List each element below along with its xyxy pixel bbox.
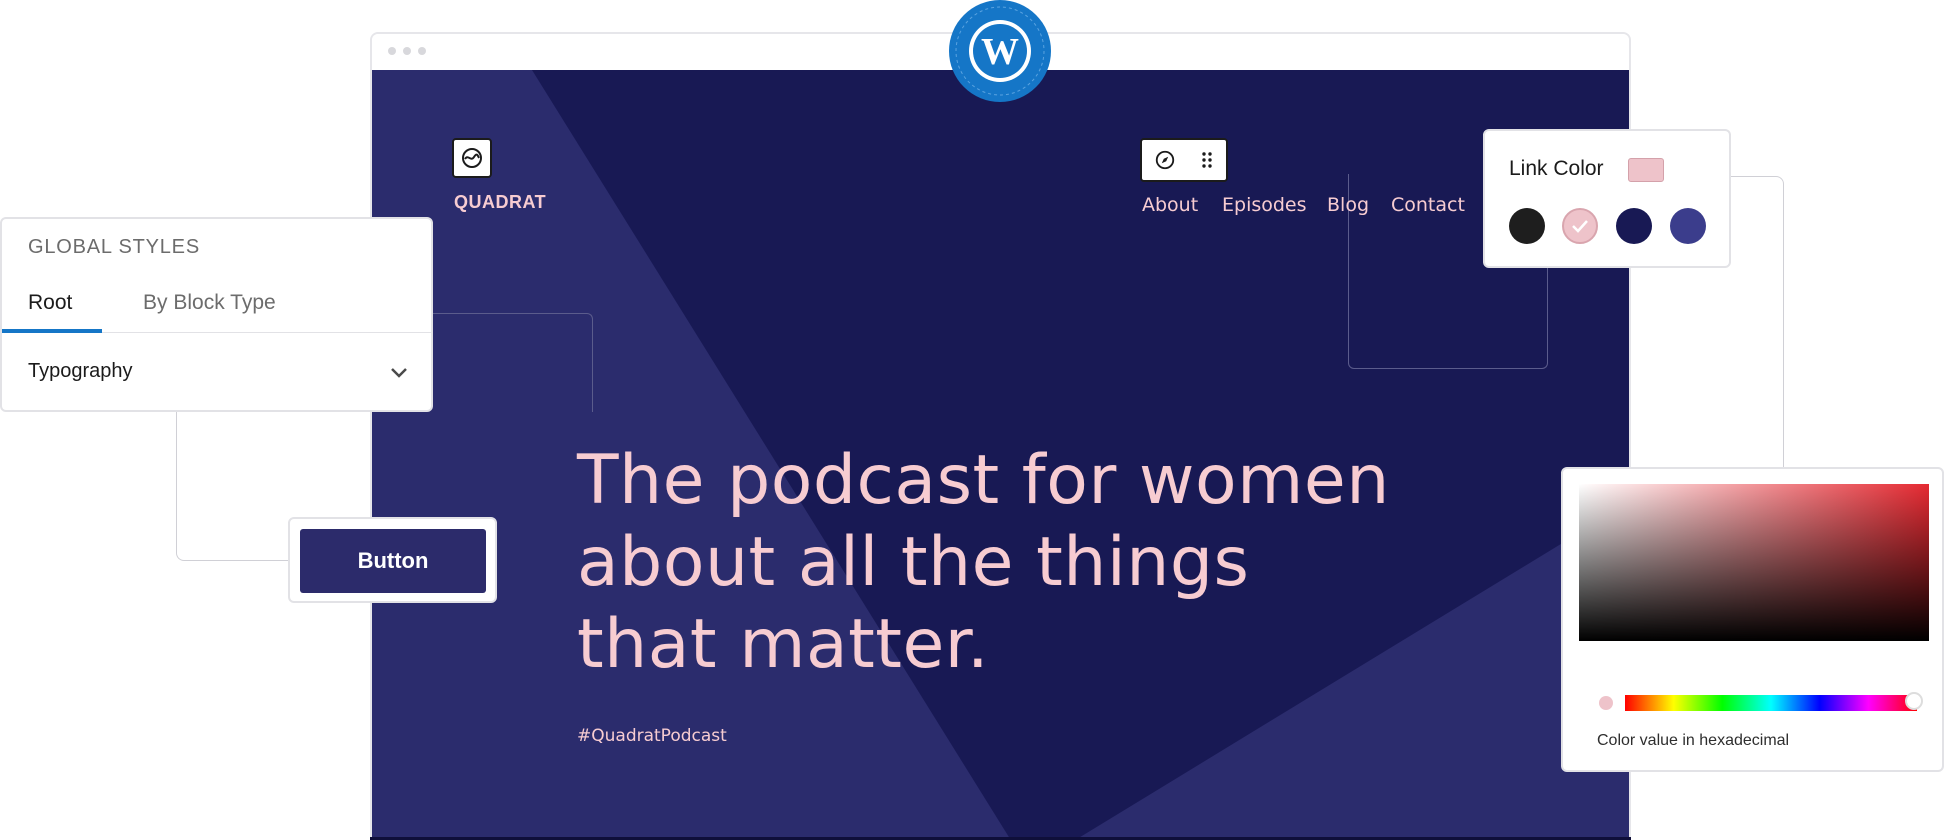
- window-dot: [418, 47, 426, 55]
- drag-handle-icon[interactable]: [1199, 149, 1215, 171]
- global-styles-panel: GLOBAL STYLES Root By Block Type Typogra…: [0, 217, 433, 412]
- color-preview-dot: [1599, 696, 1613, 710]
- connector-line: [1731, 176, 1784, 468]
- nav-link-contact[interactable]: Contact: [1391, 194, 1465, 216]
- site-logo-block[interactable]: [452, 138, 492, 178]
- compass-icon[interactable]: [1154, 149, 1176, 171]
- browser-window: QUADRAT About Episodes Blog Contact The …: [370, 32, 1631, 840]
- color-option-black[interactable]: [1509, 208, 1545, 244]
- connector-line: [432, 313, 593, 412]
- hue-slider-handle[interactable]: [1905, 692, 1924, 710]
- tab-root[interactable]: Root: [28, 291, 72, 315]
- color-option-navy[interactable]: [1616, 208, 1652, 244]
- color-option-pink[interactable]: [1562, 208, 1598, 244]
- hue-slider[interactable]: [1625, 695, 1917, 711]
- navigation-block-toolbar[interactable]: [1140, 138, 1228, 182]
- nav-link-about[interactable]: About: [1142, 194, 1198, 216]
- hex-value-label: Color value in hexadecimal: [1597, 732, 1790, 749]
- section-label: Typography: [28, 360, 133, 382]
- wordpress-badge: W: [949, 0, 1051, 102]
- color-option-indigo[interactable]: [1670, 208, 1706, 244]
- link-color-label: Link Color: [1509, 157, 1604, 180]
- link-color-card: Link Color: [1483, 129, 1731, 268]
- hero-line: about all the things: [577, 523, 1250, 602]
- hashtag-text[interactable]: #QuadratPodcast: [577, 726, 727, 746]
- button-style-card: Button: [288, 517, 497, 603]
- color-picker-card: Color value in hexadecimal: [1561, 467, 1944, 772]
- saturation-gradient[interactable]: [1579, 484, 1929, 641]
- chevron-down-icon[interactable]: [390, 367, 408, 379]
- window-dot: [388, 47, 396, 55]
- current-color-swatch[interactable]: [1628, 158, 1664, 182]
- site-preview: QUADRAT About Episodes Blog Contact The …: [372, 70, 1629, 840]
- hero-heading[interactable]: The podcast for women about all the thin…: [577, 440, 1397, 686]
- svg-text:W: W: [981, 31, 1019, 73]
- typography-section[interactable]: Typography: [2, 333, 431, 411]
- connector-line: [176, 412, 289, 561]
- site-title[interactable]: QUADRAT: [454, 192, 546, 213]
- nav-link-episodes[interactable]: Episodes: [1222, 194, 1307, 216]
- site-logo-icon: [462, 148, 482, 168]
- window-dot: [403, 47, 411, 55]
- wordpress-logo-icon: W: [955, 6, 1045, 96]
- hero-line: that matter.: [577, 605, 990, 684]
- panel-title: GLOBAL STYLES: [28, 236, 200, 258]
- sample-button[interactable]: Button: [300, 529, 486, 593]
- hero-line: The podcast for women: [577, 441, 1390, 520]
- tab-by-block-type[interactable]: By Block Type: [143, 291, 276, 315]
- nav-link-blog[interactable]: Blog: [1327, 194, 1369, 216]
- check-icon: [1572, 220, 1588, 233]
